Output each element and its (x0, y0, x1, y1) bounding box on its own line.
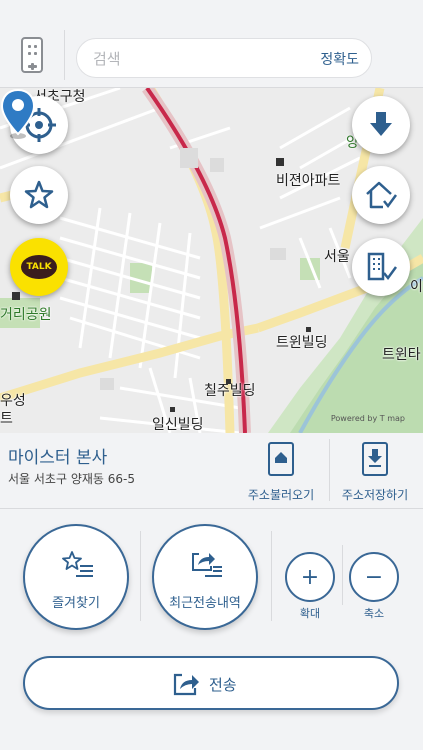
map-label-left-2: 트 (0, 411, 13, 427)
map-label-right-edge: 이 (410, 279, 423, 295)
kakaotalk-icon: TALK (21, 255, 57, 279)
save-address-button[interactable]: 주소저장하기 (330, 437, 420, 505)
address-name: 마이스터 본사 (8, 448, 108, 468)
zoom-out-button[interactable]: − (349, 552, 399, 602)
map-label-twin-building: 트윈빌딩 (276, 335, 328, 351)
map-label-left-1: 우성 (0, 393, 26, 409)
search-input[interactable] (93, 48, 293, 70)
phone-home-icon (268, 442, 294, 476)
map-dot (226, 373, 235, 389)
send-list-icon (192, 553, 222, 577)
recent-history-label: 최근전송내역 (169, 596, 241, 611)
zoom-in-label: 확대 (299, 607, 321, 620)
zoom-out-label: 축소 (363, 607, 385, 620)
zoom-in-button[interactable]: + (285, 552, 335, 602)
favorites-label: 즐겨찾기 (52, 596, 100, 611)
star-list-icon (62, 551, 93, 577)
top-bar: 정확도 (0, 0, 423, 88)
share-icon (173, 673, 199, 696)
building-icon (276, 158, 284, 166)
map-building-small (12, 288, 23, 304)
office-button[interactable] (352, 238, 410, 296)
favorites-button[interactable]: 즐겨찾기 (23, 524, 129, 630)
address-detail: 서울 서초구 양재동 66-5 (8, 472, 135, 486)
recent-history-button[interactable]: 최근전송내역 (152, 524, 258, 630)
accuracy-button[interactable]: 정확도 (320, 49, 359, 69)
save-address-label: 주소저장하기 (341, 488, 409, 502)
address-panel: 마이스터 본사 서울 서초구 양재동 66-5 주소불러오기 주소저장하기 (0, 433, 423, 509)
map-label-vision-apt: 비젼아파트 (276, 154, 340, 190)
map-dot (306, 321, 315, 337)
favorite-button[interactable] (10, 166, 68, 224)
download-button[interactable] (352, 96, 410, 154)
star-icon (24, 180, 54, 209)
map-label-park: 거리공원 (0, 307, 52, 323)
load-address-label: 주소불러오기 (247, 488, 315, 502)
divider (342, 545, 343, 605)
map-label-twin-right: 트윈타 (382, 347, 421, 363)
download-arrow-icon (370, 112, 392, 136)
send-label: 전송 (209, 676, 237, 694)
divider (64, 30, 65, 80)
location-pin-icon (0, 88, 36, 139)
map-label-vision-apt-text: 비젼아파트 (276, 173, 341, 189)
building-check-icon (367, 252, 398, 281)
map-credit: Powered by T map (330, 414, 405, 423)
phone-download-icon (362, 442, 388, 476)
send-button[interactable]: 전송 (23, 656, 399, 710)
map-label-seoul: 서울 (324, 249, 350, 265)
divider (271, 531, 272, 621)
home-check-icon (366, 181, 398, 209)
load-address-button[interactable]: 주소불러오기 (236, 437, 326, 505)
map-dot (170, 401, 179, 417)
search-box[interactable]: 정확도 (76, 38, 372, 78)
home-button[interactable] (352, 166, 410, 224)
divider (140, 531, 141, 621)
remote-icon[interactable] (21, 37, 43, 73)
bottom-controls: 즐겨찾기 최근전송내역 + 확대 − 축소 전송 (0, 509, 423, 750)
map-view[interactable]: 서초구청 비젼아파트 서울 거리공원 트윈빌딩 트윈타 칠주빌딩 일신빌딩 우성… (0, 88, 423, 433)
